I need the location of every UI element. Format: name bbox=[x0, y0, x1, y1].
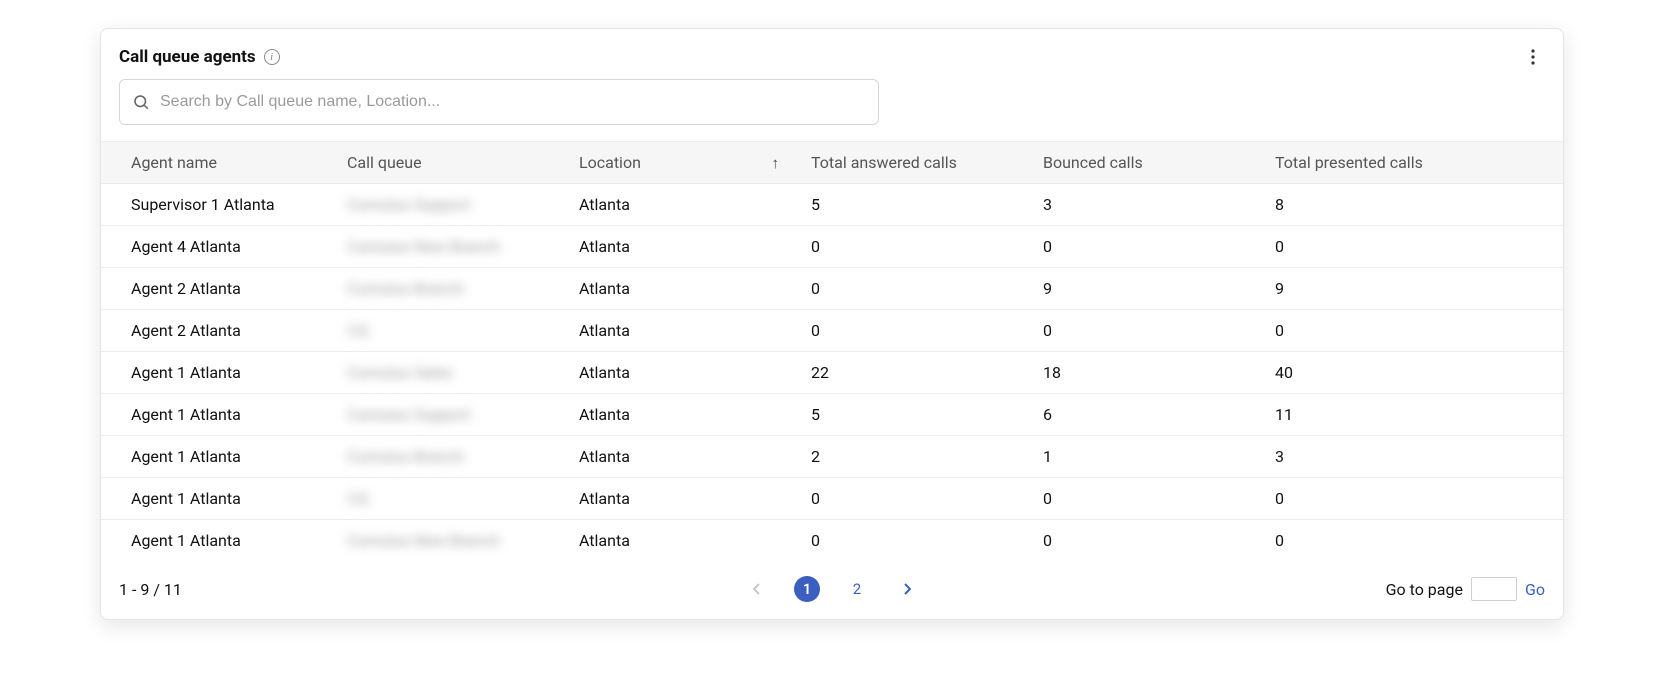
cell-answered: 5 bbox=[797, 184, 1029, 226]
chevron-right-icon bbox=[903, 583, 911, 595]
cell-agent: Agent 1 Atlanta bbox=[101, 394, 333, 436]
search-icon bbox=[132, 93, 150, 111]
cell-presented: 8 bbox=[1261, 184, 1563, 226]
cell-answered: 0 bbox=[797, 310, 1029, 352]
prev-page-button[interactable] bbox=[744, 576, 770, 602]
cell-answered: 0 bbox=[797, 268, 1029, 310]
cell-agent: Supervisor 1 Atlanta bbox=[101, 184, 333, 226]
cell-bounced: 1 bbox=[1029, 436, 1261, 478]
cell-location: Atlanta bbox=[565, 478, 797, 520]
card-title: Call queue agents bbox=[119, 47, 256, 67]
cell-bounced: 3 bbox=[1029, 184, 1261, 226]
cell-location: Atlanta bbox=[565, 226, 797, 268]
call-queue-agents-card: Call queue agents i Agent name Call queu… bbox=[100, 28, 1564, 620]
goto-page-label: Go to page bbox=[1386, 580, 1463, 599]
cell-location: Atlanta bbox=[565, 268, 797, 310]
sort-asc-icon: ↑ bbox=[772, 154, 780, 172]
cell-answered: 0 bbox=[797, 520, 1029, 562]
table-row: Agent 1 AtlantaCumulus SalesAtlanta22184… bbox=[101, 352, 1563, 394]
cell-queue: Cumulus Support bbox=[333, 184, 565, 226]
cell-agent: Agent 1 Atlanta bbox=[101, 478, 333, 520]
card-header: Call queue agents i bbox=[101, 41, 1563, 79]
table-row: Agent 1 AtlantaCumulus New BranchAtlanta… bbox=[101, 520, 1563, 562]
cell-queue: Cumulus Support bbox=[333, 394, 565, 436]
cell-location: Atlanta bbox=[565, 436, 797, 478]
table-row: Agent 1 AtlantaCumulus SupportAtlanta561… bbox=[101, 394, 1563, 436]
cell-location: Atlanta bbox=[565, 352, 797, 394]
search-container bbox=[101, 79, 1563, 133]
col-header-presented[interactable]: Total presented calls bbox=[1261, 142, 1563, 184]
cell-presented: 11 bbox=[1261, 394, 1563, 436]
col-header-answered[interactable]: Total answered calls bbox=[797, 142, 1029, 184]
cell-answered: 0 bbox=[797, 478, 1029, 520]
cell-agent: Agent 1 Atlanta bbox=[101, 520, 333, 562]
cell-queue: Cumulus New Branch bbox=[333, 226, 565, 268]
cell-queue: Cumulus New Branch bbox=[333, 520, 565, 562]
cell-location: Atlanta bbox=[565, 310, 797, 352]
cell-bounced: 0 bbox=[1029, 226, 1261, 268]
table-row: Agent 2 AtlantaCQAtlanta000 bbox=[101, 310, 1563, 352]
cell-presented: 0 bbox=[1261, 226, 1563, 268]
cell-queue: Cumulus Branch bbox=[333, 268, 565, 310]
table-row: Agent 1 AtlantaCumulus BranchAtlanta213 bbox=[101, 436, 1563, 478]
goto-page-input[interactable] bbox=[1471, 577, 1517, 601]
table-row: Agent 1 AtlantaCQAtlanta000 bbox=[101, 478, 1563, 520]
goto-page-button[interactable]: Go bbox=[1525, 580, 1545, 599]
cell-answered: 22 bbox=[797, 352, 1029, 394]
cell-bounced: 0 bbox=[1029, 520, 1261, 562]
chevron-left-icon bbox=[753, 583, 761, 595]
cell-presented: 9 bbox=[1261, 268, 1563, 310]
page-button-2[interactable]: 2 bbox=[844, 576, 870, 602]
search-box[interactable] bbox=[119, 79, 879, 125]
cell-answered: 0 bbox=[797, 226, 1029, 268]
table-footer: 1 - 9 / 11 12 Go to page Go bbox=[101, 561, 1563, 601]
col-header-agent[interactable]: Agent name bbox=[101, 142, 333, 184]
cell-bounced: 0 bbox=[1029, 478, 1261, 520]
cell-location: Atlanta bbox=[565, 184, 797, 226]
cell-location: Atlanta bbox=[565, 394, 797, 436]
cell-queue: CQ bbox=[333, 478, 565, 520]
cell-queue: Cumulus Sales bbox=[333, 352, 565, 394]
cell-presented: 40 bbox=[1261, 352, 1563, 394]
col-header-location[interactable]: Location ↑ bbox=[565, 142, 797, 184]
cell-presented: 3 bbox=[1261, 436, 1563, 478]
cell-bounced: 6 bbox=[1029, 394, 1261, 436]
cell-bounced: 18 bbox=[1029, 352, 1261, 394]
table-row: Agent 4 AtlantaCumulus New BranchAtlanta… bbox=[101, 226, 1563, 268]
cell-agent: Agent 2 Atlanta bbox=[101, 268, 333, 310]
cell-agent: Agent 1 Atlanta bbox=[101, 352, 333, 394]
goto-page: Go to page Go bbox=[1386, 577, 1545, 601]
cell-answered: 2 bbox=[797, 436, 1029, 478]
cell-agent: Agent 1 Atlanta bbox=[101, 436, 333, 478]
cell-presented: 0 bbox=[1261, 310, 1563, 352]
cell-bounced: 9 bbox=[1029, 268, 1261, 310]
cell-agent: Agent 2 Atlanta bbox=[101, 310, 333, 352]
pagination: 12 bbox=[744, 576, 920, 602]
pagination-range: 1 - 9 / 11 bbox=[119, 580, 182, 599]
cell-queue: CQ bbox=[333, 310, 565, 352]
cell-bounced: 0 bbox=[1029, 310, 1261, 352]
cell-location: Atlanta bbox=[565, 520, 797, 562]
search-input[interactable] bbox=[160, 93, 866, 111]
col-header-location-label: Location bbox=[579, 153, 641, 172]
table-row: Supervisor 1 AtlantaCumulus SupportAtlan… bbox=[101, 184, 1563, 226]
agents-table: Agent name Call queue Location ↑ Total a… bbox=[101, 141, 1563, 561]
cell-agent: Agent 4 Atlanta bbox=[101, 226, 333, 268]
more-menu-button[interactable] bbox=[1521, 45, 1545, 69]
col-header-queue[interactable]: Call queue bbox=[333, 142, 565, 184]
page-button-1[interactable]: 1 bbox=[794, 576, 820, 602]
next-page-button[interactable] bbox=[894, 576, 920, 602]
cell-answered: 5 bbox=[797, 394, 1029, 436]
cell-queue: Cumulus Branch bbox=[333, 436, 565, 478]
info-icon[interactable]: i bbox=[264, 49, 280, 65]
table-row: Agent 2 AtlantaCumulus BranchAtlanta099 bbox=[101, 268, 1563, 310]
cell-presented: 0 bbox=[1261, 478, 1563, 520]
kebab-icon bbox=[1531, 49, 1535, 65]
col-header-bounced[interactable]: Bounced calls bbox=[1029, 142, 1261, 184]
table-header-row: Agent name Call queue Location ↑ Total a… bbox=[101, 142, 1563, 184]
cell-presented: 0 bbox=[1261, 520, 1563, 562]
